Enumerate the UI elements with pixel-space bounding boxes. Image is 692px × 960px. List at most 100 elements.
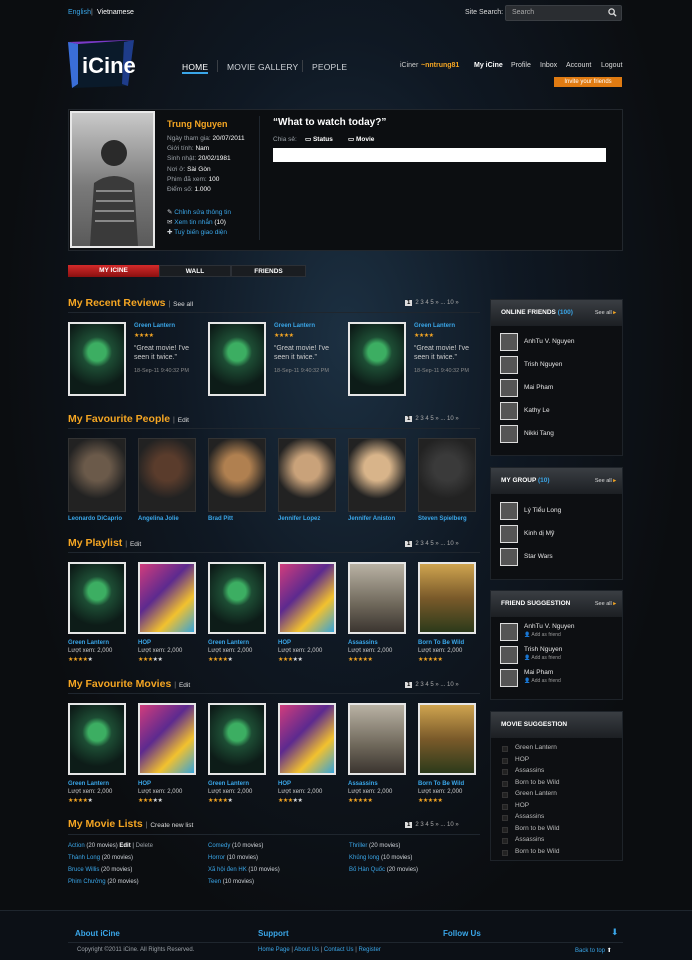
footer-about[interactable]: About iCine <box>75 929 120 938</box>
share-movie-option[interactable]: ▭ Movie <box>348 135 374 143</box>
sidebar-row[interactable]: Mai Pham <box>500 379 618 397</box>
movie-list-item[interactable]: Horror (10 movies) <box>208 855 258 861</box>
review-movie-title[interactable]: Green Lantern <box>414 323 455 329</box>
movie-poster[interactable] <box>68 703 126 775</box>
movie-title[interactable]: HOP <box>138 781 151 787</box>
tab-friends[interactable]: FRIENDS <box>231 265 306 277</box>
person-photo[interactable] <box>208 438 266 512</box>
footer-follow[interactable]: Follow Us <box>443 929 481 938</box>
movie-title[interactable]: HOP <box>278 640 291 646</box>
person-name[interactable]: Brad Pitt <box>208 516 233 522</box>
movie-title[interactable]: Green Lantern <box>68 640 109 646</box>
person-photo[interactable] <box>68 438 126 512</box>
add-friend-link[interactable]: 👤 Add as friend <box>524 655 561 661</box>
group-see-all-link[interactable]: See all ▸ <box>595 478 616 484</box>
movie-list-item[interactable]: Khủng long (10 movies) <box>349 855 412 861</box>
account-link[interactable]: Account <box>566 62 591 69</box>
footer-aboutus-link[interactable]: About Us <box>294 947 319 953</box>
tab-wall[interactable]: WALL <box>159 265 231 277</box>
movie-title[interactable]: HOP <box>138 640 151 646</box>
movie-poster[interactable] <box>138 562 196 634</box>
nav-people[interactable]: PEOPLE <box>312 62 347 72</box>
customize-theme-link[interactable]: ✚ Tuỳ biến giao diện <box>167 228 227 236</box>
review-poster[interactable] <box>68 322 126 396</box>
movie-title[interactable]: Born To Be Wild <box>418 781 464 787</box>
sidebar-row[interactable]: Trish Nguyen <box>500 356 618 374</box>
inbox-link[interactable]: Inbox <box>540 62 557 69</box>
icine-logo[interactable]: iCine <box>68 40 152 88</box>
movie-poster[interactable] <box>208 562 266 634</box>
share-status-option[interactable]: ▭ Status <box>305 135 333 143</box>
person-photo[interactable] <box>418 438 476 512</box>
person-photo[interactable] <box>138 438 196 512</box>
sidebar-row[interactable]: AnhTu V. Nguyen <box>500 333 618 351</box>
status-input[interactable] <box>273 148 606 162</box>
review-poster[interactable] <box>348 322 406 396</box>
movie-list-item[interactable]: Teen (10 movies) <box>208 879 254 885</box>
movie-list-item[interactable]: Bố Hàn Quốc (20 movies) <box>349 867 418 873</box>
movie-list-item[interactable]: Phim Chưởng (20 movies) <box>68 879 139 885</box>
add-friend-link[interactable]: 👤 Add as friend <box>524 632 561 638</box>
playlist-edit-link[interactable]: Edit <box>130 541 141 548</box>
logout-link[interactable]: Logout <box>601 62 622 69</box>
invite-friends-button[interactable]: Invite your friends <box>554 77 622 87</box>
movie-poster[interactable] <box>348 703 406 775</box>
movie-poster[interactable] <box>68 562 126 634</box>
list-delete-link[interactable]: Delete <box>136 843 153 849</box>
movie-title[interactable]: Born To Be Wild <box>418 640 464 646</box>
lists-pager[interactable]: 12 3 4 5 » ... 10 » <box>405 822 459 828</box>
search-input[interactable]: Search <box>505 5 622 21</box>
search-icon[interactable] <box>608 8 617 17</box>
person-name[interactable]: Jennifer Aniston <box>348 516 395 522</box>
person-name[interactable]: Jennifer Lopez <box>278 516 320 522</box>
my-icine-link[interactable]: My iCine <box>474 62 503 69</box>
movie-list-item[interactable]: Xã hội đen HK (10 movies) <box>208 867 280 873</box>
lang-english-link[interactable]: English <box>68 9 91 16</box>
movie-title[interactable]: Green Lantern <box>208 781 249 787</box>
movie-list-item[interactable]: Comedy (10 movies) <box>208 843 263 849</box>
lang-vietnamese-link[interactable]: Vietnamese <box>97 9 134 16</box>
create-list-link[interactable]: Create new list <box>150 822 193 829</box>
sidebar-row[interactable]: Kinh dị Mỹ <box>500 525 618 543</box>
review-movie-title[interactable]: Green Lantern <box>274 323 315 329</box>
person-name[interactable]: Leonardo DiCaprio <box>68 516 122 522</box>
sidebar-row[interactable]: Kathy Le <box>500 402 618 420</box>
sidebar-row[interactable]: Star Wars <box>500 548 618 566</box>
back-to-top-link[interactable]: Back to top ⬆ <box>575 947 612 954</box>
profile-link[interactable]: Profile <box>511 62 531 69</box>
movie-list-item[interactable]: Thành Long (20 movies) <box>68 855 133 861</box>
movie-list-item[interactable]: Bruce Willis (20 movies) <box>68 867 132 873</box>
favmovies-pager[interactable]: 12 3 4 5 » ... 10 » <box>405 682 459 688</box>
movie-title[interactable]: Green Lantern <box>208 640 249 646</box>
footer-home-link[interactable]: Home Page <box>258 947 290 953</box>
sidebar-row[interactable]: AnhTu V. Nguyen 👤 Add as friend <box>500 623 618 641</box>
movie-title[interactable]: Assassins <box>348 640 378 646</box>
movie-title[interactable]: Assassins <box>348 781 378 787</box>
sidebar-row[interactable]: Mai Pham 👤 Add as friend <box>500 669 618 687</box>
movie-list-item[interactable]: Action (20 movies) Edit | Delete <box>68 843 153 849</box>
edit-profile-link[interactable]: ✎ Chỉnh sửa thông tin <box>167 208 231 216</box>
footer-register-link[interactable]: Register <box>358 947 380 953</box>
footer-support[interactable]: Support <box>258 929 289 938</box>
movie-poster[interactable] <box>348 562 406 634</box>
nav-home[interactable]: HOME <box>182 62 208 72</box>
movie-poster[interactable] <box>278 562 336 634</box>
favmovies-edit-link[interactable]: Edit <box>179 682 190 689</box>
tab-my-icine[interactable]: MY ICINE <box>68 265 159 277</box>
list-edit-link[interactable]: Edit <box>119 843 130 849</box>
movie-poster[interactable] <box>418 562 476 634</box>
review-poster[interactable] <box>208 322 266 396</box>
playlist-pager[interactable]: 12 3 4 5 » ... 10 » <box>405 541 459 547</box>
online-see-all-link[interactable]: See all ▸ <box>595 310 616 316</box>
person-name[interactable]: Steven Spielberg <box>418 516 467 522</box>
reviews-pager[interactable]: 12 3 4 5 » ... 10 » <box>405 300 459 306</box>
add-friend-link[interactable]: 👤 Add as friend <box>524 678 561 684</box>
movie-list-item[interactable]: Thriller (20 movies) <box>349 843 400 849</box>
sidebar-row[interactable]: Nikki Tang <box>500 425 618 443</box>
movie-poster[interactable] <box>278 703 336 775</box>
people-edit-link[interactable]: Edit <box>178 417 189 424</box>
movie-title[interactable]: HOP <box>278 781 291 787</box>
people-pager[interactable]: 12 3 4 5 » ... 10 » <box>405 416 459 422</box>
movie-title[interactable]: Green Lantern <box>68 781 109 787</box>
sidebar-row[interactable]: Trish Nguyen 👤 Add as friend <box>500 646 618 664</box>
